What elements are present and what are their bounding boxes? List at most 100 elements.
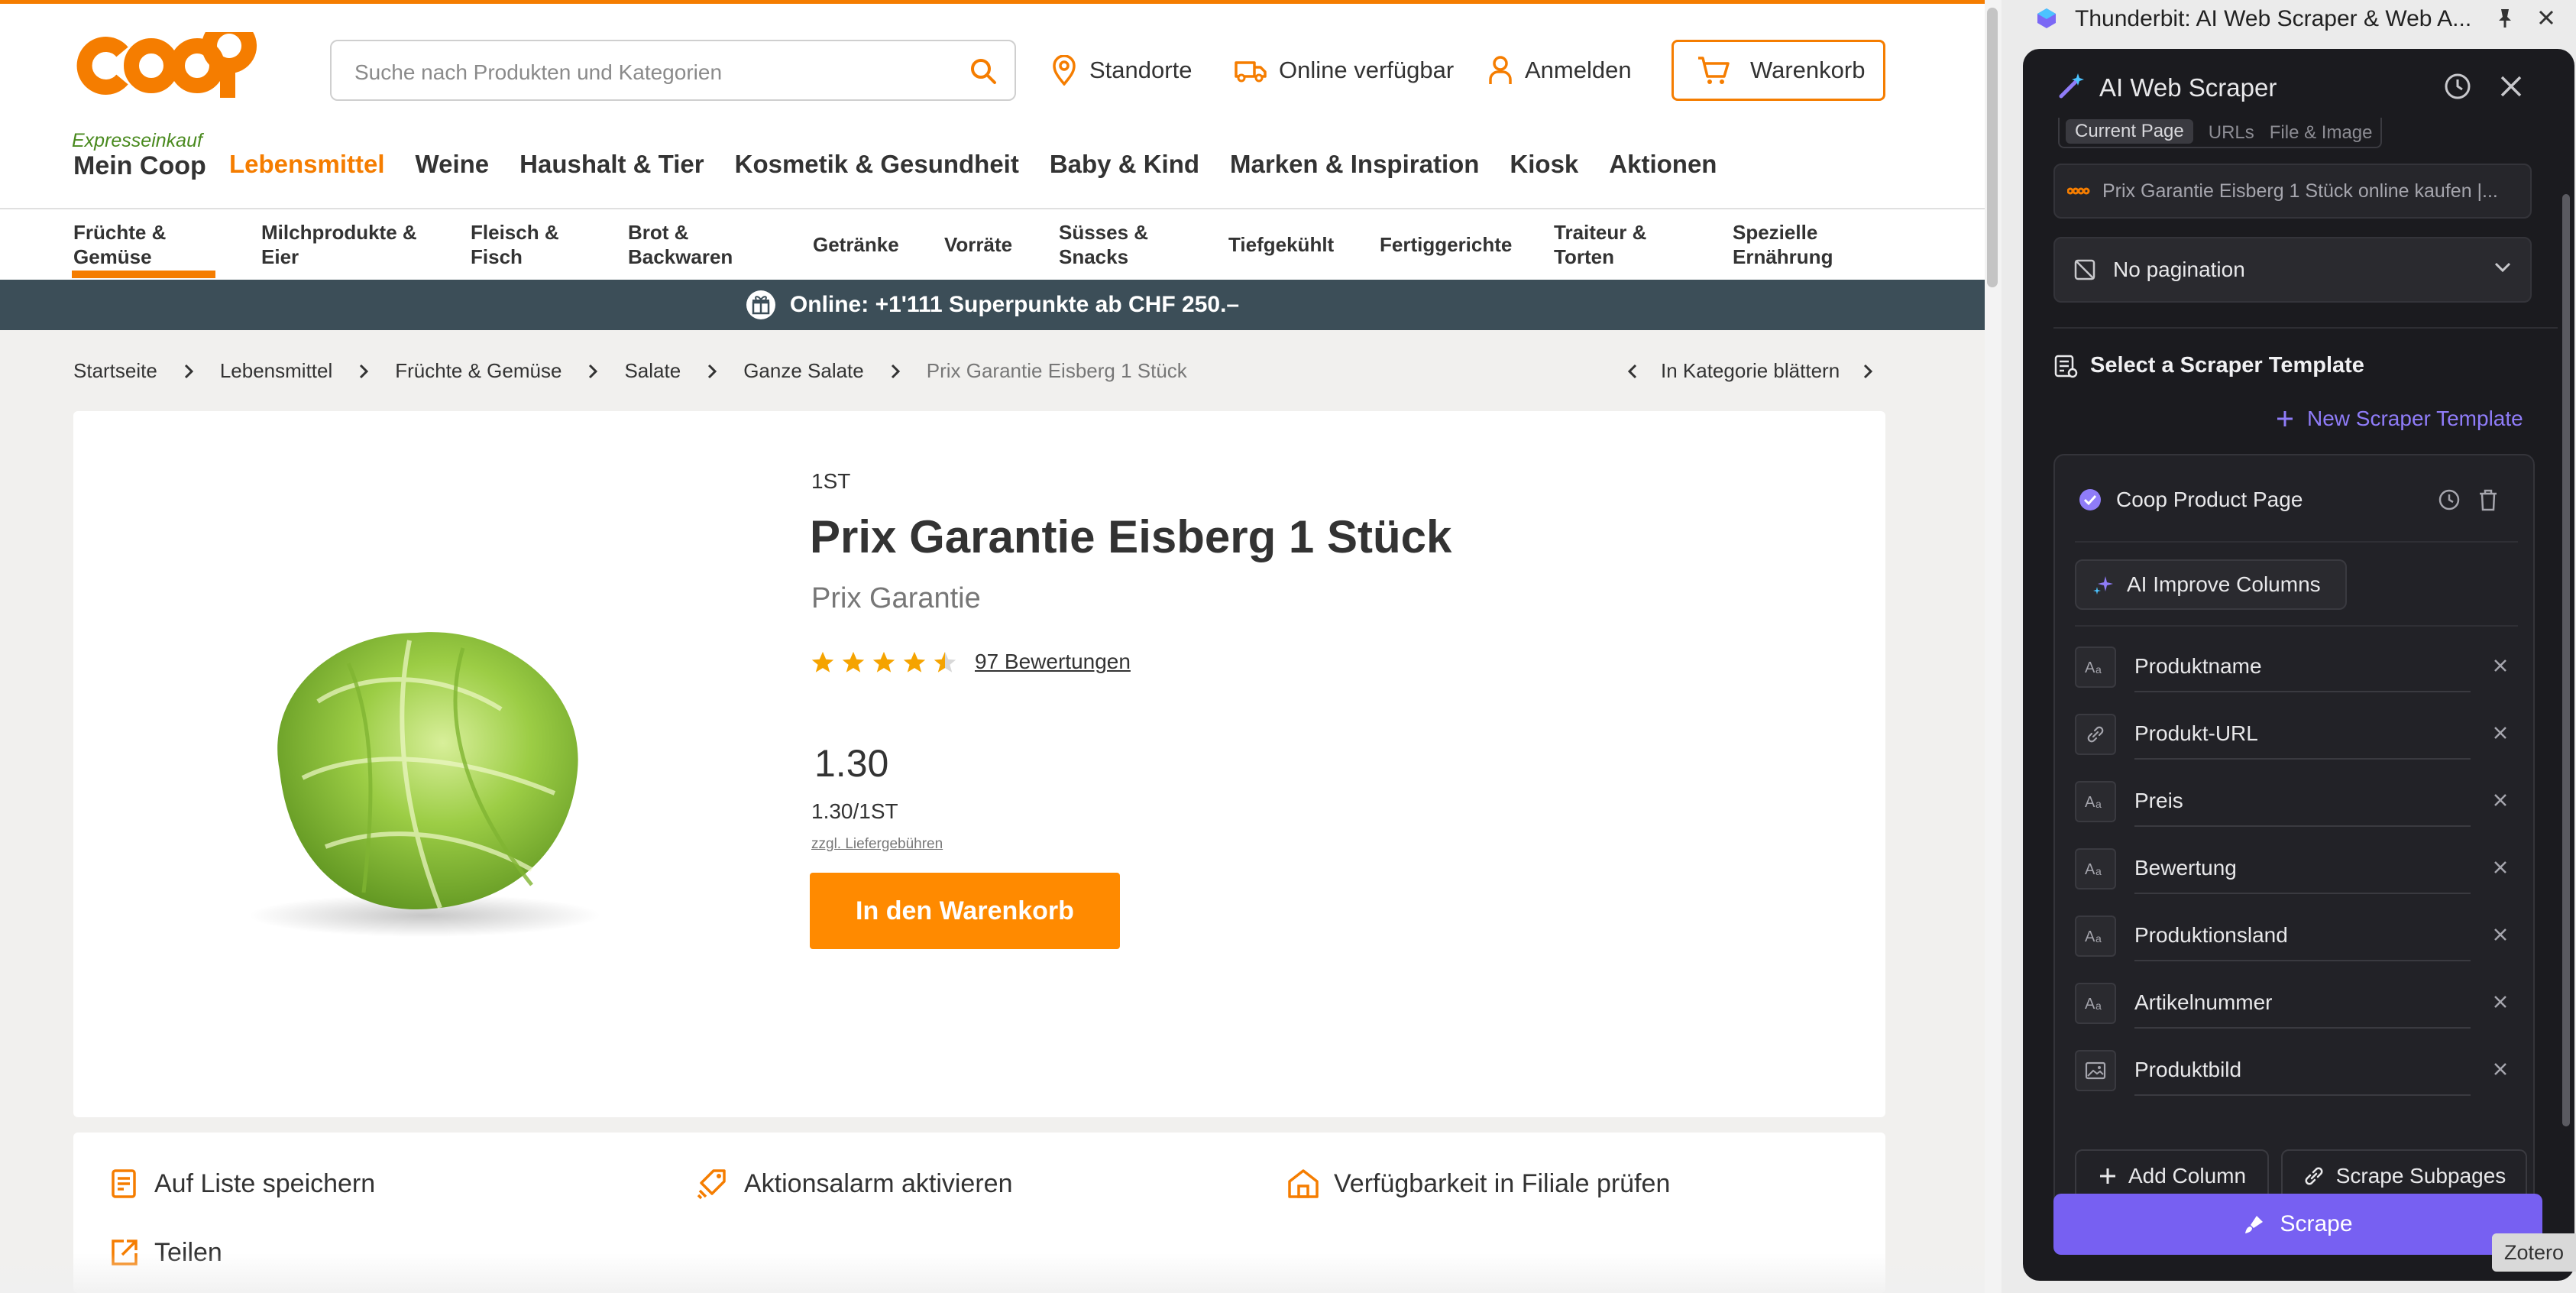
text-type-icon[interactable]: Aa xyxy=(2075,848,2116,890)
product-brand[interactable]: Prix Garantie xyxy=(811,582,981,615)
text-type-icon[interactable]: Aa xyxy=(2075,983,2116,1024)
product-image[interactable] xyxy=(211,579,623,946)
nav-kiosk[interactable]: Kiosk xyxy=(1510,150,1578,179)
remove-column-icon[interactable] xyxy=(2492,859,2509,876)
check-store-availability-button[interactable]: Verfügbarkeit in Filiale prüfen xyxy=(1286,1168,1670,1200)
category-fruechte-gemuese[interactable]: Früchte & Gemüse xyxy=(73,220,166,269)
nav-lebensmittel[interactable]: Lebensmittel xyxy=(229,150,385,179)
delivery-truck-icon xyxy=(1231,57,1267,84)
scrape-button[interactable]: Scrape xyxy=(2053,1194,2542,1255)
nav-weine[interactable]: Weine xyxy=(416,150,490,179)
column-row[interactable]: Aa Produktname xyxy=(2075,639,2518,694)
zotero-tab[interactable]: Zotero xyxy=(2492,1233,2576,1272)
column-row[interactable]: Produkt-URL xyxy=(2075,706,2518,761)
nav-baby-kind[interactable]: Baby & Kind xyxy=(1050,150,1199,179)
column-name-field[interactable]: Produktionsland xyxy=(2134,923,2288,948)
category-fertiggerichte[interactable]: Fertiggerichte xyxy=(1380,232,1512,257)
coop-logo[interactable] xyxy=(72,32,270,98)
history-icon[interactable] xyxy=(2437,488,2461,512)
cart-button[interactable]: Warenkorb xyxy=(1671,40,1885,101)
nav-standorte[interactable]: Standorte xyxy=(1051,37,1192,104)
column-name-field[interactable]: Produktbild xyxy=(2134,1058,2241,1082)
ai-improve-columns-button[interactable]: AI Improve Columns xyxy=(2075,559,2347,610)
category-suesses-snacks[interactable]: Süsses & Snacks xyxy=(1059,220,1148,269)
category-spezielle-ernaehrung[interactable]: Spezielle Ernährung xyxy=(1733,220,1833,269)
tab-urls[interactable]: URLs xyxy=(2209,122,2254,144)
remove-column-icon[interactable] xyxy=(2492,792,2509,809)
nav-haushalt-tier[interactable]: Haushalt & Tier xyxy=(519,150,704,179)
remove-column-icon[interactable] xyxy=(2492,724,2509,741)
text-type-icon[interactable]: Aa xyxy=(2075,915,2116,957)
panel-scrollbar[interactable] xyxy=(2562,194,2570,1126)
remove-column-icon[interactable] xyxy=(2492,926,2509,943)
nav-kosmetik-gesundheit[interactable]: Kosmetik & Gesundheit xyxy=(735,150,1019,179)
link-icon[interactable] xyxy=(2075,714,2116,755)
search-input[interactable]: Suche nach Produkten und Kategorien xyxy=(354,60,722,85)
text-type-icon[interactable]: Aa xyxy=(2075,781,2116,822)
tab-current-page[interactable]: Current Page xyxy=(2066,119,2193,144)
trash-icon[interactable] xyxy=(2477,488,2500,512)
reviews-link[interactable]: 97 Bewertungen xyxy=(975,650,1131,674)
column-row[interactable]: Aa Preis xyxy=(2075,773,2518,828)
rating-stars[interactable] xyxy=(810,650,958,676)
text-type-icon[interactable]: Aa xyxy=(2075,646,2116,688)
breadcrumb-fruechte-gemuese[interactable]: Früchte & Gemüse xyxy=(395,359,561,383)
history-icon[interactable] xyxy=(2443,72,2472,101)
chevron-right-icon[interactable] xyxy=(1862,363,1873,380)
column-row[interactable]: Aa Produktionsland xyxy=(2075,908,2518,963)
category-milchprodukte-eier[interactable]: Milchprodukte & Eier xyxy=(261,220,417,269)
page-scrollbar[interactable] xyxy=(1985,0,2002,1293)
scrollbar-thumb[interactable] xyxy=(1987,8,1998,287)
nav-online-verfuegbar[interactable]: Online verfügbar xyxy=(1231,37,1454,104)
pin-icon[interactable] xyxy=(2495,8,2515,29)
fade-overlay xyxy=(0,1253,1985,1293)
close-icon[interactable] xyxy=(2536,8,2556,28)
column-name-field[interactable]: Produkt-URL xyxy=(2134,721,2258,746)
price-alert-button[interactable]: Aktionsalarm aktivieren xyxy=(697,1168,1012,1200)
select-template-heading: Select a Scraper Template xyxy=(2053,353,2364,378)
remove-column-icon[interactable] xyxy=(2492,657,2509,674)
category-fleisch-fisch[interactable]: Fleisch & Fisch xyxy=(471,220,559,269)
column-row[interactable]: Produktbild xyxy=(2075,1042,2518,1097)
breadcrumb-salate[interactable]: Salate xyxy=(624,359,681,383)
breadcrumb-ganze-salate[interactable]: Ganze Salate xyxy=(743,359,864,383)
category-tiefgekuehlt[interactable]: Tiefgekühlt xyxy=(1228,232,1334,257)
template-header[interactable]: Coop Product Page xyxy=(2078,488,2303,512)
save-to-list-button[interactable]: Auf Liste speichern xyxy=(108,1168,375,1200)
expresseinkauf-label[interactable]: Expresseinkauf xyxy=(72,130,202,152)
product-unit: 1ST xyxy=(811,469,851,493)
pagination-select[interactable]: No pagination xyxy=(2053,237,2532,303)
mein-coop-link[interactable]: Mein Coop xyxy=(73,151,206,181)
column-name-field[interactable]: Preis xyxy=(2134,789,2183,813)
category-brot-backwaren[interactable]: Brot & Backwaren xyxy=(628,220,733,269)
search-icon[interactable] xyxy=(969,57,998,86)
image-type-icon[interactable] xyxy=(2075,1050,2116,1091)
star-icon xyxy=(932,650,958,676)
category-vorraete[interactable]: Vorräte xyxy=(944,232,1012,257)
category-traiteur-torten[interactable]: Traiteur & Torten xyxy=(1554,220,1646,269)
breadcrumb-startseite[interactable]: Startseite xyxy=(73,359,157,383)
remove-column-icon[interactable] xyxy=(2492,1061,2509,1078)
column-row[interactable]: Aa Artikelnummer xyxy=(2075,975,2518,1030)
close-icon[interactable] xyxy=(2497,72,2526,101)
column-name-field[interactable]: Produktname xyxy=(2134,654,2262,679)
no-pagination-icon xyxy=(2073,258,2096,281)
nav-anmelden[interactable]: Anmelden xyxy=(1488,37,1632,104)
delivery-fees-link[interactable]: zzgl. Liefergebühren xyxy=(811,836,943,853)
remove-column-icon[interactable] xyxy=(2492,993,2509,1010)
category-getraenke[interactable]: Getränke xyxy=(813,232,899,257)
column-name-field[interactable]: Artikelnummer xyxy=(2134,990,2272,1015)
search-bar[interactable]: Suche nach Produkten und Kategorien xyxy=(330,40,1016,101)
tab-file-image[interactable]: File & Image xyxy=(2270,122,2373,144)
breadcrumb-lebensmittel[interactable]: Lebensmittel xyxy=(220,359,332,383)
plus-icon xyxy=(2275,409,2295,429)
column-row[interactable]: Aa Bewertung xyxy=(2075,841,2518,896)
add-to-cart-button[interactable]: In den Warenkorb xyxy=(810,873,1120,949)
current-page-url[interactable]: Prix Garantie Eisberg 1 Stück online kau… xyxy=(2053,164,2532,219)
nav-marken-inspiration[interactable]: Marken & Inspiration xyxy=(1230,150,1479,179)
chevron-left-icon[interactable] xyxy=(1627,363,1638,380)
nav-aktionen[interactable]: Aktionen xyxy=(1609,150,1717,179)
promo-banner[interactable]: Online: +1'111 Superpunkte ab CHF 250.– xyxy=(0,280,1985,330)
column-name-field[interactable]: Bewertung xyxy=(2134,856,2237,880)
new-scraper-template-button[interactable]: New Scraper Template xyxy=(2275,407,2523,431)
